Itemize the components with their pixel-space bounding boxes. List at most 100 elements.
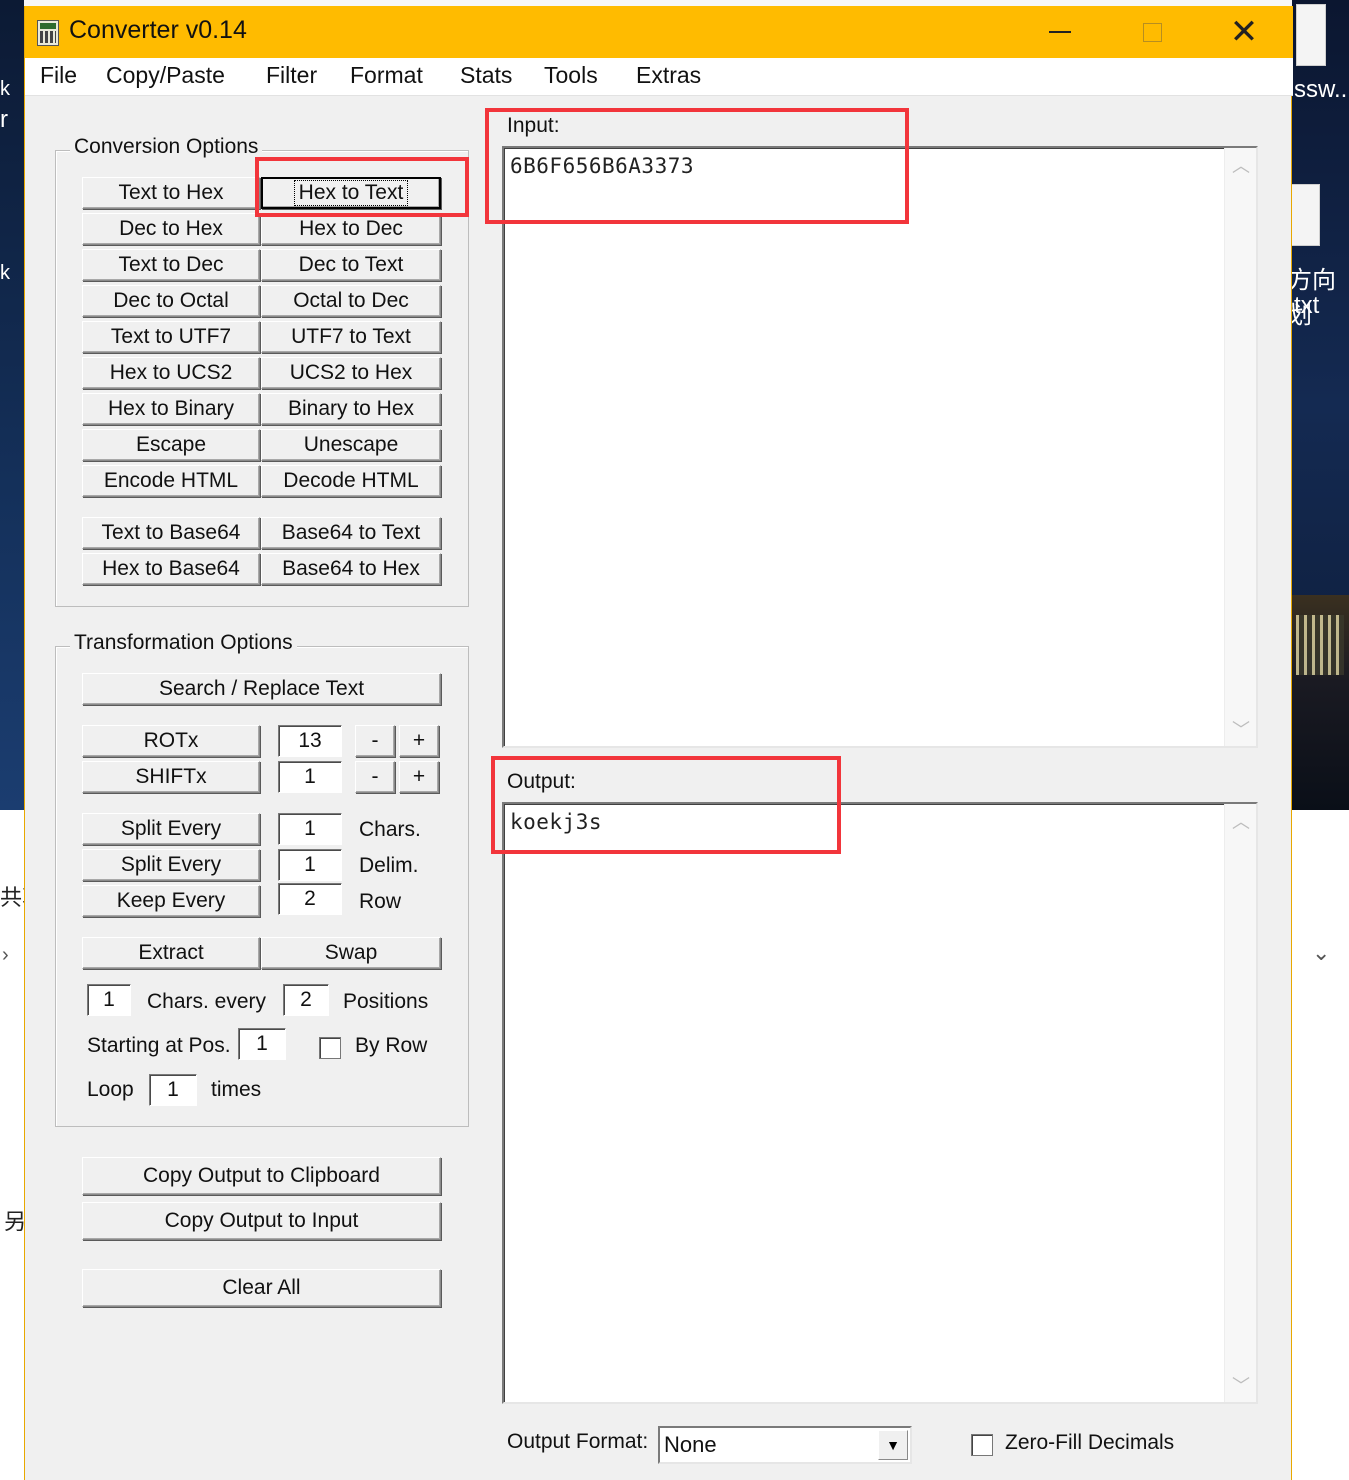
dec-to-hex-button[interactable]: Dec to Hex xyxy=(82,213,260,245)
chevron-down-icon[interactable]: ⌄ xyxy=(1312,940,1330,966)
encode-html-button[interactable]: Encode HTML xyxy=(82,465,260,497)
output-format-select[interactable]: None ▼ xyxy=(658,1426,912,1464)
menu-bar: File Copy/Paste Filter Format Stats Tool… xyxy=(25,58,1293,96)
chars-count-input[interactable]: 1 xyxy=(87,984,131,1016)
chevron-right-icon[interactable]: › xyxy=(2,944,9,967)
annotation-highlight xyxy=(485,108,909,224)
calculator-icon xyxy=(37,20,59,46)
desktop-file-icon[interactable] xyxy=(1296,4,1326,66)
desktop-file-icon[interactable] xyxy=(1290,184,1320,246)
desktop-wallpaper-lights xyxy=(1292,595,1349,810)
split-chars-input[interactable]: 1 xyxy=(278,813,342,845)
desktop-label: k xyxy=(0,78,10,100)
unescape-button[interactable]: Unescape xyxy=(261,429,441,461)
swap-button[interactable]: Swap xyxy=(261,937,441,969)
desktop-background-right xyxy=(1292,0,1349,810)
dec-to-text-button[interactable]: Dec to Text xyxy=(261,249,441,281)
menu-stats[interactable]: Stats xyxy=(460,62,512,89)
octal-to-dec-button[interactable]: Octal to Dec xyxy=(261,285,441,317)
text-to-dec-button[interactable]: Text to Dec xyxy=(82,249,260,281)
hex-to-dec-button[interactable]: Hex to Dec xyxy=(261,213,441,245)
close-button[interactable]: ✕ xyxy=(1209,6,1279,58)
output-format-value: None xyxy=(664,1432,717,1457)
text-to-hex-button[interactable]: Text to Hex xyxy=(82,177,260,209)
scroll-up-icon[interactable]: ︿ xyxy=(1225,808,1257,834)
menu-copy-paste[interactable]: Copy/Paste xyxy=(106,62,225,89)
hex-to-binary-button[interactable]: Hex to Binary xyxy=(82,393,260,425)
menu-tools[interactable]: Tools xyxy=(544,62,598,89)
desktop-label: ssw.. xyxy=(1294,76,1348,103)
binary-to-hex-button[interactable]: Binary to Hex xyxy=(261,393,441,425)
output-scrollbar[interactable]: ︿ ﹀ xyxy=(1224,804,1256,1402)
zero-fill-checkbox[interactable] xyxy=(971,1434,993,1456)
decode-html-button[interactable]: Decode HTML xyxy=(261,465,441,497)
maximize-icon xyxy=(1142,22,1162,42)
desktop-label: r xyxy=(0,106,8,133)
by-row-label: By Row xyxy=(355,1034,428,1057)
ucs2-to-hex-button[interactable]: UCS2 to Hex xyxy=(261,357,441,389)
shiftx-input[interactable]: 1 xyxy=(278,761,342,793)
keep-every-input[interactable]: 2 xyxy=(278,883,342,915)
dec-to-octal-button[interactable]: Dec to Octal xyxy=(82,285,260,317)
menu-format[interactable]: Format xyxy=(350,62,423,89)
positions-input[interactable]: 2 xyxy=(283,984,329,1016)
rotx-button[interactable]: ROTx xyxy=(82,725,260,757)
clear-all-button[interactable]: Clear All xyxy=(82,1269,441,1307)
menu-filter[interactable]: Filter xyxy=(266,62,317,89)
menu-extras[interactable]: Extras xyxy=(636,62,701,89)
minimize-icon xyxy=(1049,31,1071,33)
text-to-utf7-button[interactable]: Text to UTF7 xyxy=(82,321,260,353)
zero-fill-label: Zero-Fill Decimals xyxy=(1005,1431,1175,1454)
split-delim-input[interactable]: 1 xyxy=(278,849,342,881)
dropdown-arrow-icon[interactable]: ▼ xyxy=(878,1430,908,1460)
chars-label: Chars. xyxy=(359,818,421,841)
rotx-input[interactable]: 13 xyxy=(278,725,342,757)
hex-to-base64-button[interactable]: Hex to Base64 xyxy=(82,553,260,585)
shiftx-button[interactable]: SHIFTx xyxy=(82,761,260,793)
keep-every-button[interactable]: Keep Every xyxy=(82,885,260,917)
shiftx-increment-button[interactable]: + xyxy=(399,761,439,793)
base64-to-hex-button[interactable]: Base64 to Hex xyxy=(261,553,441,585)
title-bar[interactable]: Converter v0.14 ✕ xyxy=(24,0,1293,58)
shiftx-decrement-button[interactable]: - xyxy=(355,761,395,793)
extract-button[interactable]: Extract xyxy=(82,937,260,969)
menu-file[interactable]: File xyxy=(40,62,77,89)
by-row-checkbox[interactable] xyxy=(319,1037,341,1059)
output-format-label: Output Format: xyxy=(507,1430,649,1453)
annotation-highlight xyxy=(255,157,469,217)
copy-output-to-input-button[interactable]: Copy Output to Input xyxy=(82,1202,441,1240)
copy-output-clipboard-button[interactable]: Copy Output to Clipboard xyxy=(82,1157,441,1195)
output-textarea[interactable]: koekj3s ︿ ﹀ xyxy=(502,802,1258,1404)
positions-label: Positions xyxy=(343,990,429,1013)
input-textarea[interactable]: 6B6F656B6A3373 ︿ ﹀ xyxy=(502,146,1258,748)
explorer-label: 另 xyxy=(4,1209,27,1234)
split-every-chars-button[interactable]: Split Every xyxy=(82,813,260,845)
chars-every-label: Chars. every xyxy=(147,990,267,1013)
starting-pos-input[interactable]: 1 xyxy=(238,1028,286,1060)
window-title: Converter v0.14 xyxy=(69,16,247,44)
maximize-button[interactable] xyxy=(1117,6,1187,58)
rotx-decrement-button[interactable]: - xyxy=(355,725,395,757)
base64-to-text-button[interactable]: Base64 to Text xyxy=(261,517,441,549)
annotation-highlight xyxy=(491,756,841,854)
hex-to-ucs2-button[interactable]: Hex to UCS2 xyxy=(82,357,260,389)
desktop-label: txt xyxy=(1294,292,1320,319)
conversion-options-title: Conversion Options xyxy=(70,135,263,159)
search-replace-button[interactable]: Search / Replace Text xyxy=(82,673,441,705)
split-every-delim-button[interactable]: Split Every xyxy=(82,849,260,881)
loop-label: Loop xyxy=(87,1078,134,1101)
text-to-base64-button[interactable]: Text to Base64 xyxy=(82,517,260,549)
delim-label: Delim. xyxy=(359,854,419,877)
scroll-down-icon[interactable]: ﹀ xyxy=(1225,716,1257,742)
scroll-up-icon[interactable]: ︿ xyxy=(1225,152,1257,178)
rotx-increment-button[interactable]: + xyxy=(399,725,439,757)
starting-pos-label: Starting at Pos. xyxy=(87,1034,231,1057)
loop-input[interactable]: 1 xyxy=(149,1074,197,1106)
minimize-button[interactable] xyxy=(1025,6,1095,58)
transformation-options-title: Transformation Options xyxy=(70,631,297,655)
escape-button[interactable]: Escape xyxy=(82,429,260,461)
background-explorer-right xyxy=(1292,810,1349,1480)
utf7-to-text-button[interactable]: UTF7 to Text xyxy=(261,321,441,353)
input-scrollbar[interactable]: ︿ ﹀ xyxy=(1224,148,1256,746)
scroll-down-icon[interactable]: ﹀ xyxy=(1225,1372,1257,1398)
